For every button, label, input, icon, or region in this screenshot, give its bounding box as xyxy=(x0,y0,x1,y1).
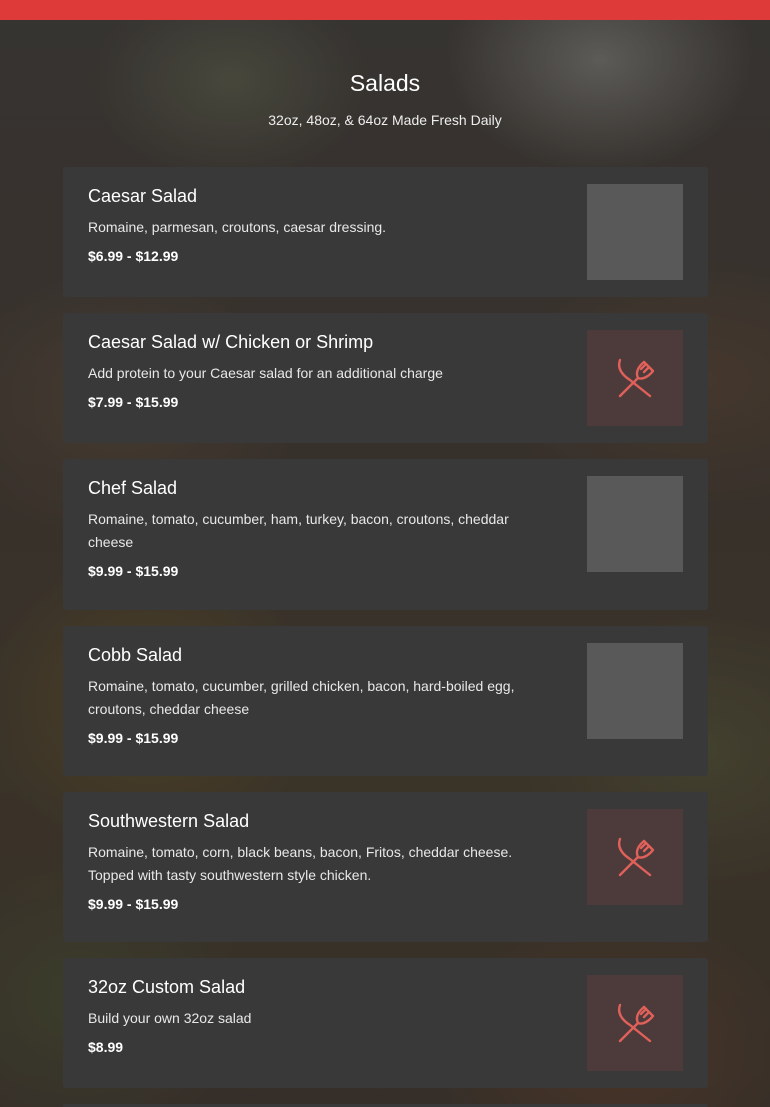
menu-item-price: $9.99 - $15.99 xyxy=(88,730,179,746)
menu-item-text: Chef Salad Romaine, tomato, cucumber, ha… xyxy=(88,477,548,580)
menu-item-name: Caesar Salad w/ Chicken or Shrimp xyxy=(88,332,374,352)
menu-item-card[interactable]: Caesar Salad Romaine, parmesan, croutons… xyxy=(63,167,708,297)
menu-item-name: 32oz Custom Salad xyxy=(88,977,246,997)
utensils-icon xyxy=(617,837,655,877)
menu-item-text: Caesar Salad w/ Chicken or Shrimp Add pr… xyxy=(88,331,548,411)
menu-item-text: Caesar Salad Romaine, parmesan, croutons… xyxy=(88,185,548,265)
menu-item-description: Romaine, tomato, corn, black beans, baco… xyxy=(88,844,513,883)
menu-item-image[interactable] xyxy=(587,643,683,739)
menu-item-card[interactable]: Southwestern Salad Romaine, tomato, corn… xyxy=(63,792,708,942)
menu-item-text: Southwestern Salad Romaine, tomato, corn… xyxy=(88,810,548,913)
top-accent-bar xyxy=(0,0,770,20)
menu-item-description: Romaine, parmesan, croutons, caesar dres… xyxy=(88,219,387,235)
menu-item-description: Build your own 32oz salad xyxy=(88,1010,252,1026)
menu-item-name: Cobb Salad xyxy=(88,645,183,665)
menu-item-card[interactable]: 32oz Custom Salad Build your own 32oz sa… xyxy=(63,958,708,1088)
utensils-icon xyxy=(617,1003,655,1043)
menu-item-description: Romaine, tomato, cucumber, ham, turkey, … xyxy=(88,511,509,550)
menu-item-description: Add protein to your Caesar salad for an … xyxy=(88,365,443,381)
section-title: Salads xyxy=(349,70,421,96)
menu-item-price: $6.99 - $12.99 xyxy=(88,248,179,264)
menu-item-name: Chef Salad xyxy=(88,478,178,498)
menu-item-card[interactable]: Caesar Salad w/ Chicken or Shrimp Add pr… xyxy=(63,313,708,443)
menu-item-price: $7.99 - $15.99 xyxy=(88,394,179,410)
menu-item-card[interactable]: Chef Salad Romaine, tomato, cucumber, ha… xyxy=(63,459,708,610)
menu-item-image[interactable] xyxy=(587,184,683,280)
menu-item-text: 32oz Custom Salad Build your own 32oz sa… xyxy=(88,976,548,1056)
menu-item-card[interactable]: Cobb Salad Romaine, tomato, cucumber, gr… xyxy=(63,626,708,776)
menu-item-text: Cobb Salad Romaine, tomato, cucumber, gr… xyxy=(88,644,548,747)
menu-item-price: $9.99 - $15.99 xyxy=(88,563,179,579)
menu-item-name: Caesar Salad xyxy=(88,186,198,206)
menu-item-name: Southwestern Salad xyxy=(88,811,250,831)
menu-item-image-placeholder[interactable] xyxy=(587,330,683,426)
menu-item-image-placeholder[interactable] xyxy=(587,809,683,905)
menu-item-description: Romaine, tomato, cucumber, grilled chick… xyxy=(88,678,515,717)
menu-section: Salads 32oz, 48oz, & 64oz Made Fresh Dai… xyxy=(0,20,770,129)
menu-item-image[interactable] xyxy=(587,476,683,572)
menu-item-price: $9.99 - $15.99 xyxy=(88,896,179,912)
utensils-icon xyxy=(617,358,655,398)
menu-item-image-placeholder[interactable] xyxy=(587,975,683,1071)
menu-item-price: $8.99 xyxy=(88,1039,124,1055)
section-subtitle: 32oz, 48oz, & 64oz Made Fresh Daily xyxy=(268,112,502,128)
